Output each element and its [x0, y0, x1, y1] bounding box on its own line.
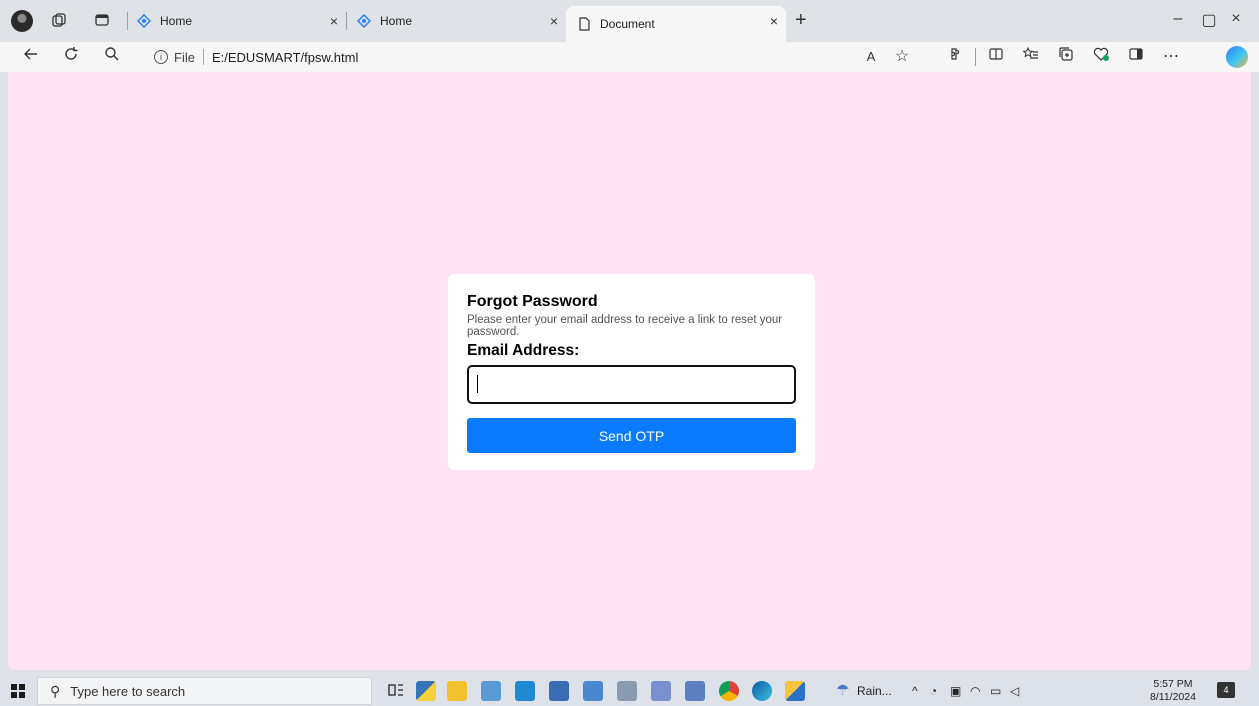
- window-close-button[interactable]: ×: [1226, 10, 1246, 28]
- task-view-icon[interactable]: [387, 681, 407, 701]
- email-field[interactable]: [467, 365, 796, 404]
- forgot-password-card: Forgot Password Please enter your email …: [448, 274, 815, 470]
- collections-icon[interactable]: [1055, 46, 1077, 68]
- url-text[interactable]: E:/EDUSMART/fpsw.html: [212, 50, 358, 65]
- home-favicon-icon: [136, 13, 152, 29]
- tab-title: Document: [600, 17, 655, 31]
- tab-title: Home: [380, 14, 413, 28]
- site-info-icon[interactable]: i: [154, 50, 168, 64]
- windows-start-icon[interactable]: [11, 684, 25, 698]
- new-tab-button[interactable]: +: [795, 9, 807, 32]
- browser-essentials-icon[interactable]: [1090, 46, 1112, 68]
- weather-text[interactable]: Rain...: [857, 684, 892, 698]
- email-label: Email Address:: [467, 342, 580, 359]
- card-title: Forgot Password: [467, 293, 598, 310]
- more-icon[interactable]: ⋯: [1160, 46, 1182, 68]
- card-description: Please enter your email address to recei…: [467, 314, 783, 338]
- wifi-icon[interactable]: ◠: [970, 684, 980, 698]
- tab-title: Home: [160, 14, 193, 28]
- close-tab-icon[interactable]: ×: [330, 13, 338, 29]
- refresh-icon[interactable]: [60, 46, 82, 68]
- notepad-icon[interactable]: [685, 681, 705, 701]
- scheme-label: File: [174, 49, 195, 65]
- file-explorer-icon[interactable]: [447, 681, 467, 701]
- show-hidden-icons-icon[interactable]: ^: [912, 684, 918, 698]
- battery-icon[interactable]: ▭: [990, 684, 1001, 698]
- search-placeholder: Type here to search: [70, 683, 186, 699]
- extensions-icon[interactable]: [945, 46, 967, 68]
- app-icon[interactable]: [583, 681, 603, 701]
- search-icon: ⚲: [50, 682, 61, 699]
- navigation-bar: i File E:/EDUSMART/fpsw.html A ☆ ⋯: [0, 42, 1259, 72]
- page-viewport: Forgot Password Please enter your email …: [8, 72, 1251, 670]
- sidebar-icon[interactable]: [1125, 46, 1147, 68]
- tab-document[interactable]: Document ×: [566, 6, 786, 42]
- home-favicon-icon: [356, 13, 372, 29]
- workspaces-icon[interactable]: [50, 12, 68, 30]
- document-favicon-icon: [576, 16, 592, 32]
- vscode-icon[interactable]: [515, 681, 535, 701]
- minimize-button[interactable]: –: [1168, 10, 1188, 28]
- search-icon[interactable]: [101, 46, 123, 68]
- profile-avatar[interactable]: [11, 10, 33, 32]
- send-otp-button[interactable]: Send OTP: [467, 418, 796, 453]
- network-icon[interactable]: ◔: [930, 684, 937, 698]
- tab-separator: [127, 12, 128, 30]
- explorer-icon[interactable]: [785, 681, 805, 701]
- tab-home-1[interactable]: Home ×: [136, 6, 346, 36]
- tab-home-2[interactable]: Home ×: [356, 6, 566, 36]
- store-icon[interactable]: [481, 681, 501, 701]
- clock-time: 5:57 PM: [1153, 678, 1193, 690]
- restore-button[interactable]: ▢: [1199, 10, 1219, 30]
- back-icon[interactable]: [20, 46, 42, 68]
- edge-icon[interactable]: [752, 681, 772, 701]
- taskbar-search-box[interactable]: ⚲ Type here to search: [37, 677, 372, 705]
- weather-icon[interactable]: ☂: [836, 681, 849, 699]
- app-icon[interactable]: [617, 681, 637, 701]
- chrome-icon[interactable]: [719, 681, 739, 701]
- tab-strip: Home × Home × Document × + – ▢ ×: [0, 0, 1259, 42]
- meet-now-icon[interactable]: ▣: [950, 684, 961, 698]
- favorite-star-icon[interactable]: ☆: [891, 46, 913, 68]
- favorites-list-icon[interactable]: [1020, 46, 1042, 68]
- python-icon[interactable]: [416, 681, 436, 701]
- tab-actions-icon[interactable]: [93, 12, 111, 30]
- address-bar[interactable]: i File E:/EDUSMART/fpsw.html: [140, 44, 930, 70]
- text-caret: [477, 375, 478, 393]
- notification-center-icon[interactable]: 4: [1217, 682, 1235, 698]
- toolbar-separator: [975, 48, 976, 66]
- close-tab-icon[interactable]: ×: [550, 13, 558, 29]
- read-aloud-icon[interactable]: A: [860, 46, 882, 68]
- clock-date: 8/11/2024: [1150, 691, 1196, 703]
- tab-separator: [346, 12, 347, 30]
- app-icon[interactable]: [549, 681, 569, 701]
- taskbar: ⚲ Type here to search ☂ Rain... ^ ◔ ▣ ◠ …: [0, 676, 1259, 706]
- close-tab-icon[interactable]: ×: [770, 13, 778, 29]
- volume-icon[interactable]: ◁: [1010, 684, 1019, 698]
- clock[interactable]: 5:57 PM 8/11/2024: [1150, 678, 1196, 704]
- split-screen-icon[interactable]: [985, 46, 1007, 68]
- snipping-tool-icon[interactable]: [651, 681, 671, 701]
- address-separator: [202, 49, 204, 65]
- copilot-icon[interactable]: [1226, 46, 1248, 68]
